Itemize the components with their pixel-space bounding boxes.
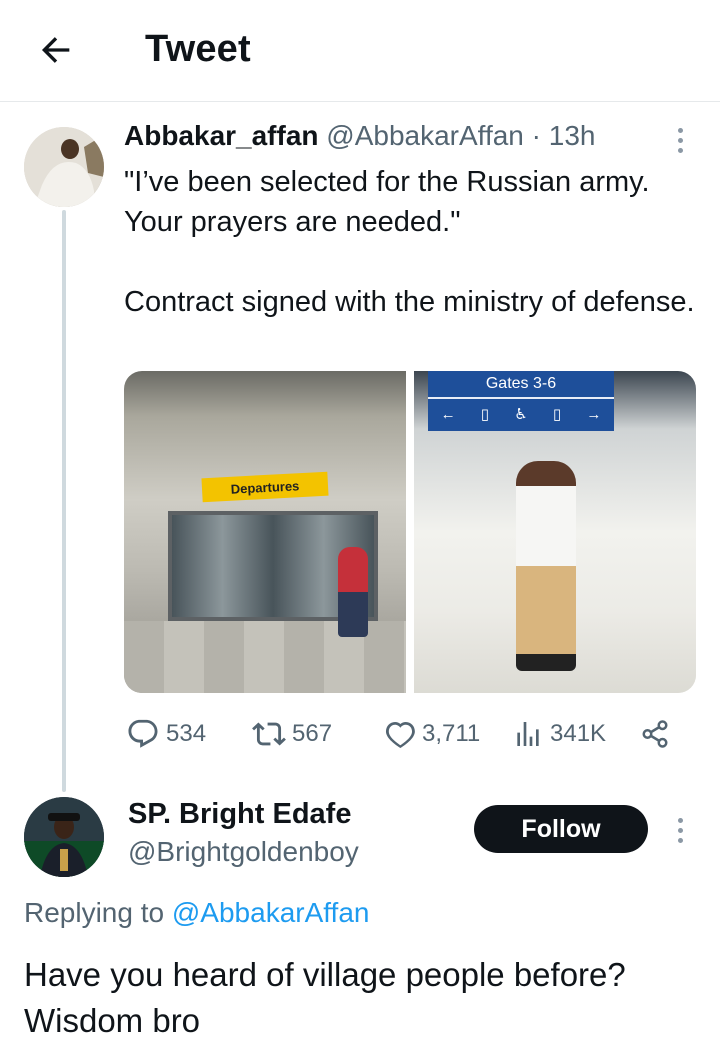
separator-dot: · <box>531 120 541 151</box>
follow-button[interactable]: Follow <box>474 805 648 853</box>
tweet-media: Departures Gates 3-6 ← ▯ ♿ ▯ → <box>124 371 696 693</box>
like-button[interactable]: 3,711 <box>382 712 480 756</box>
man-figure <box>516 461 576 671</box>
reply-author-avatar[interactable] <box>24 797 104 877</box>
replying-prefix: Replying to <box>24 897 165 928</box>
avatar-image <box>24 127 104 207</box>
photo-airport-gates[interactable]: Gates 3-6 ← ▯ ♿ ▯ → <box>414 371 696 693</box>
top-bar: Tweet <box>0 0 720 102</box>
reply-author-name[interactable]: SP. Bright Edafe <box>128 798 351 831</box>
back-button[interactable] <box>34 28 78 72</box>
author-handle[interactable]: @AbbakarAffan <box>326 120 524 151</box>
tweet-time[interactable]: 13h <box>549 120 596 151</box>
restroom-icon: ▯ <box>480 406 490 423</box>
views-button[interactable]: 341K <box>512 712 606 756</box>
thread-connector-line <box>62 210 66 792</box>
views-count: 341K <box>550 720 607 747</box>
accessible-icon: ♿ <box>514 406 528 423</box>
share-icon <box>642 720 668 748</box>
tweet-text-line: Contract signed with the ministry of def… <box>124 286 695 318</box>
retweet-count: 567 <box>292 720 333 747</box>
avatar-image <box>24 797 104 877</box>
more-options-button[interactable] <box>664 122 696 158</box>
retweet-button[interactable]: 567 <box>252 712 332 756</box>
tweet-text: "I’ve been selected for the Russian army… <box>124 162 704 322</box>
author-avatar[interactable] <box>24 127 104 207</box>
departures-sign: Departures <box>201 471 329 503</box>
dot <box>677 127 683 133</box>
more-options-button[interactable] <box>664 812 696 848</box>
photo-airport-departures[interactable]: Departures <box>124 371 406 693</box>
reply-text-line: Have you heard of village people before? <box>24 956 626 993</box>
share-button[interactable] <box>640 712 670 756</box>
page-title: Tweet <box>145 28 251 70</box>
reply-text-line: Wisdom bro <box>24 1002 201 1039</box>
retweet-icon <box>252 722 286 746</box>
arrow-left-icon <box>41 37 70 63</box>
gate-sign: Gates 3-6 ← ▯ ♿ ▯ → <box>428 371 614 431</box>
author-name[interactable]: Abbakar_affan <box>124 120 319 151</box>
dot <box>677 827 683 833</box>
replying-to-line: Replying to @AbbakarAffan <box>24 897 369 929</box>
reply-author-handle[interactable]: @Brightgoldenboy <box>128 836 359 868</box>
reply-button[interactable]: 534 <box>126 712 206 756</box>
gate-sign-icons: ← ▯ ♿ ▯ → <box>428 399 614 429</box>
tweet-header: Abbakar_affan @AbbakarAffan · 13h <box>124 120 596 152</box>
reply-icon <box>128 719 158 748</box>
replying-mention-link[interactable]: @AbbakarAffan <box>172 897 370 928</box>
arrow-right-icon: → <box>586 405 602 423</box>
tweet-text-line: "I’ve been selected for the Russian army… <box>124 166 650 238</box>
dot <box>677 147 683 153</box>
like-count: 3,711 <box>422 720 481 747</box>
views-icon <box>517 722 539 746</box>
dot <box>677 137 683 143</box>
tweet-actions: 534 567 3,711 341K <box>124 712 684 756</box>
heart-icon <box>385 721 415 749</box>
reply-count: 534 <box>166 720 207 747</box>
dot <box>677 837 683 843</box>
traveler-figure <box>338 547 368 637</box>
arrow-left-icon: ← <box>440 405 456 423</box>
restroom-icon: ▯ <box>552 406 562 423</box>
gate-sign-label: Gates 3-6 <box>428 371 614 399</box>
reply-text: Have you heard of village people before?… <box>24 952 714 1044</box>
dot <box>677 817 683 823</box>
